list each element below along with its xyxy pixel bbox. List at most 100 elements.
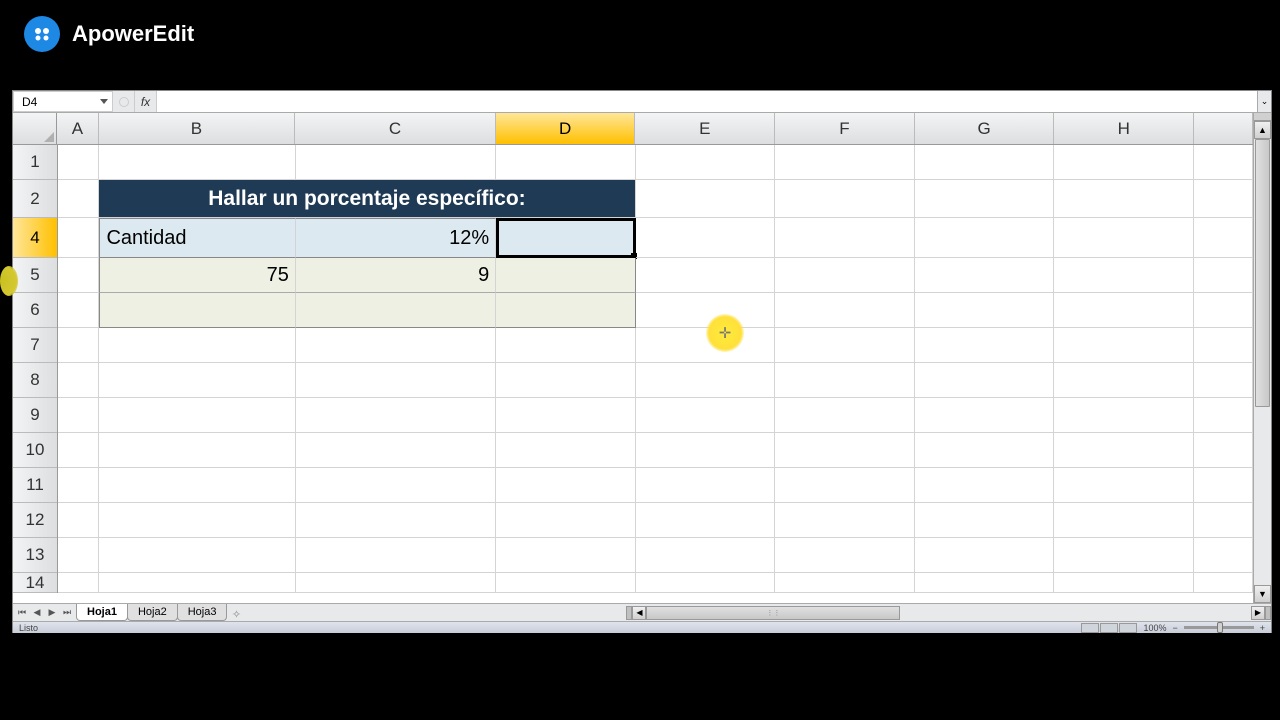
- vscroll-split-handle[interactable]: [1254, 113, 1271, 121]
- cell-D10[interactable]: [496, 433, 636, 468]
- cell-H12[interactable]: [1054, 503, 1194, 538]
- cell-C7[interactable]: [296, 328, 496, 363]
- cell-F10[interactable]: [775, 433, 915, 468]
- cell-ext7[interactable]: [1194, 328, 1253, 363]
- cell-ext8[interactable]: [1194, 363, 1253, 398]
- scroll-up-button[interactable]: ▲: [1254, 121, 1271, 139]
- cell-D12[interactable]: [496, 503, 636, 538]
- cell-C11[interactable]: [296, 468, 496, 503]
- cell-F11[interactable]: [775, 468, 915, 503]
- cell-D14[interactable]: [496, 573, 636, 593]
- cell-B8[interactable]: [99, 363, 295, 398]
- cell-A11[interactable]: [58, 468, 99, 503]
- cell-B11[interactable]: [99, 468, 295, 503]
- cell-ext2[interactable]: [1194, 180, 1253, 218]
- cell-title[interactable]: Hallar un porcentaje específico:: [99, 180, 635, 218]
- row-header-11[interactable]: 11: [13, 468, 57, 503]
- select-all-corner[interactable]: [13, 113, 57, 144]
- vertical-scrollbar[interactable]: ▲ ▼: [1253, 113, 1271, 603]
- cell-B6[interactable]: [99, 293, 295, 328]
- cell-C9[interactable]: [296, 398, 496, 433]
- cell-C1[interactable]: [296, 145, 496, 180]
- row-header-2[interactable]: 2: [13, 180, 57, 218]
- sheet-tab-hoja2[interactable]: Hoja2: [127, 604, 178, 621]
- cell-H8[interactable]: [1054, 363, 1194, 398]
- cell-F2[interactable]: [775, 180, 915, 218]
- row-header-1[interactable]: 1: [13, 145, 57, 180]
- row-header-10[interactable]: 10: [13, 433, 57, 468]
- cell-H1[interactable]: [1054, 145, 1194, 180]
- view-normal-button[interactable]: [1081, 623, 1099, 633]
- cell-G13[interactable]: [915, 538, 1055, 573]
- cell-E8[interactable]: [636, 363, 776, 398]
- cell-B10[interactable]: [99, 433, 295, 468]
- cell-B7[interactable]: [99, 328, 295, 363]
- cell-A6[interactable]: [58, 293, 99, 328]
- cell-F14[interactable]: [775, 573, 915, 593]
- row-header-8[interactable]: 8: [13, 363, 57, 398]
- row-header-13[interactable]: 13: [13, 538, 57, 573]
- cell-F7[interactable]: [775, 328, 915, 363]
- row-header-7[interactable]: 7: [13, 328, 57, 363]
- cell-G1[interactable]: [915, 145, 1055, 180]
- view-layout-button[interactable]: [1100, 623, 1118, 633]
- col-header-E[interactable]: E: [635, 113, 775, 144]
- sheet-tab-hoja1[interactable]: Hoja1: [76, 604, 128, 621]
- cell-D1[interactable]: [496, 145, 636, 180]
- cell-E1[interactable]: [636, 145, 776, 180]
- horizontal-scrollbar[interactable]: ◀ ⋮⋮ ▶: [626, 604, 1271, 621]
- cell-ext5[interactable]: [1194, 258, 1253, 293]
- cell-G5[interactable]: [915, 258, 1055, 293]
- row-header-14[interactable]: 14: [13, 573, 57, 593]
- cell-ext1[interactable]: [1194, 145, 1253, 180]
- cell-ext10[interactable]: [1194, 433, 1253, 468]
- cell-A8[interactable]: [58, 363, 99, 398]
- cell-F5[interactable]: [775, 258, 915, 293]
- cell-D5[interactable]: [496, 258, 636, 293]
- cell-E12[interactable]: [636, 503, 776, 538]
- cell-B4[interactable]: Cantidad: [99, 218, 295, 258]
- cell-G2[interactable]: [915, 180, 1055, 218]
- cell-D9[interactable]: [496, 398, 636, 433]
- formula-input[interactable]: [157, 91, 1257, 112]
- cell-ext9[interactable]: [1194, 398, 1253, 433]
- row-header-6[interactable]: 6: [13, 293, 57, 328]
- cell-H6[interactable]: [1054, 293, 1194, 328]
- cell-ext14[interactable]: [1194, 573, 1253, 593]
- vscroll-track[interactable]: [1254, 139, 1271, 585]
- zoom-slider-handle[interactable]: [1217, 622, 1223, 633]
- col-header-C[interactable]: C: [295, 113, 496, 144]
- formula-expand-button[interactable]: ⌄: [1257, 91, 1271, 112]
- cell-D11[interactable]: [496, 468, 636, 503]
- cell-G11[interactable]: [915, 468, 1055, 503]
- cell-D6[interactable]: [496, 293, 636, 328]
- cell-H2[interactable]: [1054, 180, 1194, 218]
- cell-D13[interactable]: [496, 538, 636, 573]
- cell-A9[interactable]: [58, 398, 99, 433]
- fx-button[interactable]: fx: [135, 91, 157, 112]
- cell-A4[interactable]: [58, 218, 99, 258]
- cell-A7[interactable]: [58, 328, 99, 363]
- cell-H7[interactable]: [1054, 328, 1194, 363]
- cell-G7[interactable]: [915, 328, 1055, 363]
- cell-B12[interactable]: [99, 503, 295, 538]
- cell-D4-active[interactable]: [496, 218, 636, 258]
- cell-ext11[interactable]: [1194, 468, 1253, 503]
- cell-G6[interactable]: [915, 293, 1055, 328]
- tab-next-button[interactable]: ▶: [45, 606, 59, 620]
- hscroll-track[interactable]: ⋮⋮: [646, 606, 1251, 620]
- cell-C13[interactable]: [296, 538, 496, 573]
- cell-A10[interactable]: [58, 433, 99, 468]
- row-header-9[interactable]: 9: [13, 398, 57, 433]
- cell-ext12[interactable]: [1194, 503, 1253, 538]
- tab-first-button[interactable]: ⏮: [15, 606, 29, 620]
- hscroll-thumb[interactable]: ⋮⋮: [646, 606, 900, 620]
- cell-H5[interactable]: [1054, 258, 1194, 293]
- cell-C14[interactable]: [296, 573, 496, 593]
- cell-F9[interactable]: [775, 398, 915, 433]
- cell-H11[interactable]: [1054, 468, 1194, 503]
- cell-H10[interactable]: [1054, 433, 1194, 468]
- cell-E5[interactable]: [636, 258, 776, 293]
- cell-G4[interactable]: [915, 218, 1055, 258]
- cell-ext4[interactable]: [1194, 218, 1253, 258]
